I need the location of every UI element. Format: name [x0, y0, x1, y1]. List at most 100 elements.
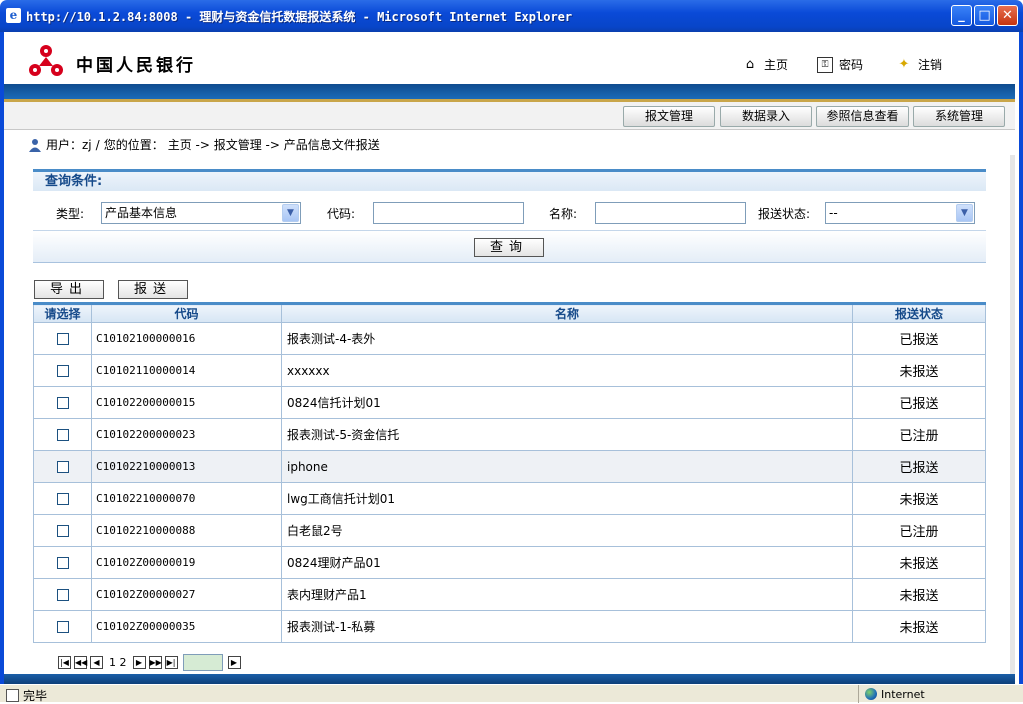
window-titlebar: e http://10.1.2.84:8008 - 理财与资金信托数据报送系统 … [0, 0, 1023, 32]
logout-link[interactable]: ✦ 注销 [896, 56, 942, 73]
location-label: 您的位置： [103, 138, 164, 152]
row-name: lwg工商信托计划01 [281, 482, 853, 515]
row-code: C10102210000013 [91, 450, 282, 483]
row-checkbox[interactable] [56, 589, 69, 601]
status-zone: Internet [858, 685, 1023, 703]
minimize-button[interactable]: _ [951, 5, 972, 26]
user-icon [29, 138, 41, 152]
home-link[interactable]: ⌂ 主页 [742, 56, 788, 73]
password-link[interactable]: ⚿ 密码 [817, 56, 863, 73]
status-select-value: -- [829, 206, 838, 220]
logo-text: 中国人民银行 [76, 56, 196, 76]
row-select-cell [33, 450, 92, 483]
row-checkbox[interactable] [56, 333, 69, 345]
table-row[interactable]: C10102210000013 iphone 已报送 [33, 450, 986, 483]
row-name: 报表测试-4-表外 [281, 322, 853, 355]
row-checkbox[interactable] [56, 429, 69, 441]
status-select[interactable]: -- ▼ [825, 202, 975, 224]
type-select-value: 产品基本信息 [105, 206, 178, 220]
row-status: 已注册 [852, 514, 986, 547]
main-nav: 报文管理 数据录入 参照信息查看 系统管理 [4, 102, 1015, 130]
col-name[interactable]: 名称 [281, 302, 853, 323]
row-name: iphone [281, 450, 853, 483]
row-select-cell [33, 354, 92, 387]
row-code: C10102Z00000019 [91, 546, 282, 579]
row-select-cell [33, 546, 92, 579]
first-page-button[interactable]: |◀ [58, 656, 71, 669]
breadcrumb-path: 主页 -> 报文管理 -> 产品信息文件报送 [167, 138, 380, 152]
table-row[interactable]: C10102200000023 报表测试-5-资金信托 已注册 [33, 418, 986, 451]
row-status: 未报送 [852, 610, 986, 643]
table-row[interactable]: C10102210000088 白老鼠2号 已注册 [33, 514, 986, 547]
name-label: 名称: [549, 207, 578, 221]
row-code: C10102200000023 [91, 418, 282, 451]
chevron-down-icon[interactable]: ▼ [282, 204, 299, 222]
chevron-down-icon[interactable]: ▼ [956, 204, 973, 222]
scrollbar[interactable] [1010, 155, 1015, 675]
row-checkbox[interactable] [56, 397, 69, 409]
search-button[interactable]: 查询 [474, 238, 544, 257]
row-code: C10102Z00000027 [91, 578, 282, 611]
row-status: 已报送 [852, 322, 986, 355]
page-numbers[interactable]: 1 2 [109, 656, 127, 669]
product-table: 请选择 代码 名称 报送状态 C10102100000016 报表测试-4-表外已… [33, 302, 986, 643]
home-icon: ⌂ [745, 56, 755, 72]
row-select-cell [33, 514, 92, 547]
prev-group-button[interactable]: ◀◀ [74, 656, 87, 669]
row-name: 报表测试-5-资金信托 [281, 418, 853, 451]
table-row[interactable]: C10102Z00000019 0824理财产品01 未报送 [33, 546, 986, 579]
logout-icon: ✦ [898, 56, 910, 72]
status-label: 报送状态: [758, 207, 811, 221]
footer-band [4, 674, 1015, 684]
table-row[interactable]: C10102100000016 报表测试-4-表外 已报送 [33, 322, 986, 355]
row-status: 已报送 [852, 450, 986, 483]
row-checkbox[interactable] [56, 493, 69, 505]
table-row[interactable]: C10102200000015 0824信托计划01 已报送 [33, 386, 986, 419]
row-select-cell [33, 322, 92, 355]
row-name: 报表测试-1-私募 [281, 610, 853, 643]
code-input[interactable] [373, 202, 524, 224]
nav-reference-info[interactable]: 参照信息查看 [816, 106, 909, 127]
row-name: 0824理财产品01 [281, 546, 853, 579]
nav-system-management[interactable]: 系统管理 [913, 106, 1005, 127]
type-select[interactable]: 产品基本信息 ▼ [101, 202, 301, 224]
row-code: C10102Z00000035 [91, 610, 282, 643]
next-page-button[interactable]: ▶ [132, 656, 146, 669]
row-checkbox[interactable] [56, 461, 69, 473]
next-group-button[interactable]: ▶▶ [148, 656, 162, 669]
query-fields: 类型: 产品基本信息 ▼ 代码: 名称: 报送状态: -- ▼ [33, 200, 986, 226]
submit-button[interactable]: 报送 [118, 280, 188, 299]
header-band [4, 84, 1015, 102]
row-status: 未报送 [852, 578, 986, 611]
query-button-bar: 查询 [33, 230, 986, 263]
prev-page-button[interactable]: ◀ [90, 656, 103, 669]
breadcrumb-separator: / [95, 137, 100, 152]
table-row[interactable]: C10102110000014 xxxxxx 未报送 [33, 354, 986, 387]
name-input[interactable] [595, 202, 746, 224]
row-name: 表内理财产品1 [281, 578, 853, 611]
page-done-icon [6, 689, 19, 702]
nav-report-management[interactable]: 报文管理 [623, 106, 715, 127]
table-row[interactable]: C10102Z00000035 报表测试-1-私募 未报送 [33, 610, 986, 643]
row-status: 已报送 [852, 386, 986, 419]
row-checkbox[interactable] [56, 621, 69, 633]
export-button[interactable]: 导出 [34, 280, 104, 299]
row-checkbox[interactable] [56, 365, 69, 377]
row-select-cell [33, 578, 92, 611]
nav-data-entry[interactable]: 数据录入 [720, 106, 812, 127]
row-checkbox[interactable] [56, 557, 69, 569]
row-checkbox[interactable] [56, 525, 69, 537]
col-status[interactable]: 报送状态 [852, 302, 986, 323]
table-body: C10102100000016 报表测试-4-表外 已报送 C101021100000… [33, 322, 986, 643]
page-header: 中国人民银行 ⌂ 主页 ⚿ 密码 ✦ 注销 [4, 32, 1015, 84]
table-row[interactable]: C10102Z00000027 表内理财产品1 未报送 [33, 578, 986, 611]
maximize-button[interactable]: □ [974, 5, 995, 26]
col-code[interactable]: 代码 [91, 302, 282, 323]
table-row[interactable]: C10102210000070 lwg工商信托计划01 未报送 [33, 482, 986, 515]
zone-text: Internet [881, 687, 925, 701]
close-button[interactable]: ✕ [997, 5, 1018, 26]
go-page-button[interactable]: ▶ [227, 656, 241, 669]
page-jump-input[interactable] [182, 654, 223, 671]
last-page-button[interactable]: ▶| [164, 656, 178, 669]
row-name: xxxxxx [281, 354, 853, 387]
